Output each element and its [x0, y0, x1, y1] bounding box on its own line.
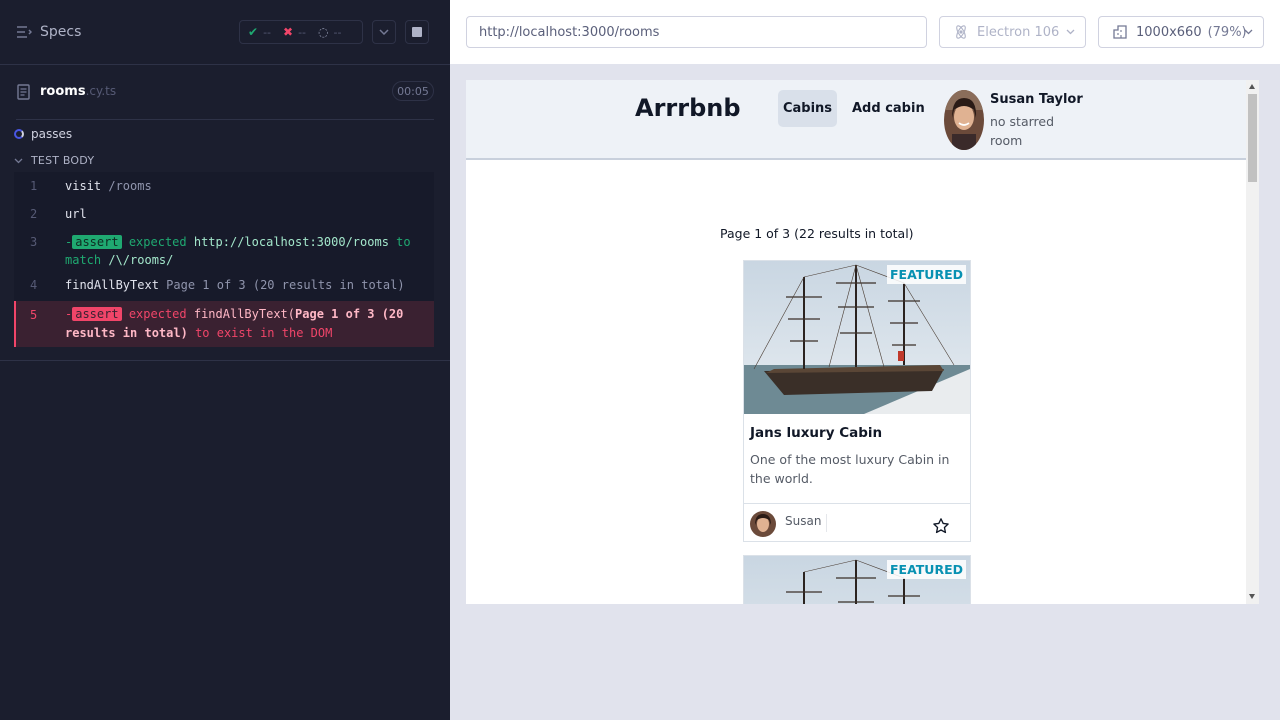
cabin-image: FEATURED — [744, 556, 970, 604]
specs-title[interactable]: Specs — [40, 24, 81, 40]
app-navbar: Arrrbnb Cabins Add cabin Susan Taylor no… — [466, 80, 1246, 160]
pending-icon: ◌ — [318, 25, 329, 39]
user-name: Susan Taylor — [990, 92, 1083, 107]
scroll-up-arrow[interactable] — [1249, 84, 1255, 89]
command-log: 1 visit /rooms 2 url 3 - assert expected … — [14, 172, 434, 347]
chevron-down-icon — [14, 158, 23, 163]
app-under-test-frame: Arrrbnb Cabins Add cabin Susan Taylor no… — [466, 80, 1259, 604]
owner-avatar — [750, 511, 776, 537]
user-avatar[interactable] — [944, 90, 984, 150]
chevron-down-icon — [1244, 29, 1253, 35]
card-footer: Susan — [744, 503, 970, 542]
featured-badge: FEATURED — [887, 265, 966, 284]
electron-icon — [956, 25, 966, 39]
ruler-icon — [1113, 25, 1127, 39]
command-row[interactable]: 2 url — [14, 200, 434, 228]
assert-badge: assert — [72, 307, 122, 321]
passed-stat: ✔ -- — [248, 25, 271, 39]
chevron-down-icon — [379, 29, 389, 35]
brand-logo[interactable]: Arrrbnb — [635, 94, 741, 122]
url-bar[interactable]: http://localhost:3000/rooms — [466, 16, 927, 48]
command-row[interactable]: 4 findAllByText Page 1 of 3 (20 results … — [14, 271, 434, 301]
divider — [0, 360, 450, 361]
divider — [826, 514, 827, 532]
pagination-info: Page 1 of 3 (22 results in total) — [720, 226, 914, 241]
cabin-title[interactable]: Jans luxury Cabin — [750, 425, 882, 441]
test-stats: ✔ -- ✖ -- ◌ -- — [239, 20, 363, 44]
stop-icon — [412, 27, 422, 37]
featured-badge: FEATURED — [887, 560, 966, 579]
spec-duration: 00:05 — [392, 81, 434, 101]
document-icon — [17, 84, 30, 100]
failed-stat: ✖ -- — [283, 25, 306, 39]
viewport-selector[interactable]: 1000x660 (79%) — [1098, 16, 1264, 48]
running-spinner-icon — [14, 129, 24, 139]
star-outline-icon[interactable] — [932, 517, 950, 535]
cabin-image: FEATURED — [744, 261, 970, 414]
aut-header: http://localhost:3000/rooms Electron 106… — [450, 0, 1280, 64]
browser-selector[interactable]: Electron 106 — [939, 16, 1086, 48]
command-row-assert-fail[interactable]: 5 - assert expected findAllByText(Page 1 … — [14, 301, 434, 347]
scrollbar-thumb[interactable] — [1248, 94, 1257, 182]
cabin-card[interactable]: FEATURED Jans luxury Cabin One of the mo… — [743, 260, 971, 542]
owner-name: Susan — [785, 514, 822, 528]
cabin-description: One of the most luxury Cabin in the worl… — [750, 452, 950, 486]
chevron-down-icon — [1066, 29, 1075, 35]
user-starred-status: no starred room — [990, 114, 1055, 148]
cross-icon: ✖ — [283, 25, 294, 39]
cabin-card[interactable]: FEATURED — [743, 555, 971, 604]
pending-stat: ◌ -- — [318, 25, 341, 39]
test-body-header[interactable]: TEST BODY — [14, 154, 94, 167]
specs-bar: Specs ✔ -- ✖ -- ◌ -- — [0, 0, 450, 65]
check-icon: ✔ — [248, 25, 259, 39]
sidebar-toggle-icon[interactable] — [16, 24, 32, 40]
command-row[interactable]: 1 visit /rooms — [14, 172, 434, 200]
spec-file-name: rooms.cy.ts — [40, 84, 117, 99]
nav-add-cabin-link[interactable]: Add cabin — [852, 90, 925, 127]
nav-cabins-link[interactable]: Cabins — [778, 90, 837, 127]
failed-count: -- — [298, 25, 307, 39]
expand-collapse-button[interactable] — [372, 20, 396, 44]
passed-count: -- — [263, 25, 272, 39]
scrollbar[interactable] — [1246, 80, 1259, 604]
divider — [16, 119, 434, 120]
stop-button[interactable] — [405, 20, 429, 44]
scroll-down-arrow[interactable] — [1249, 594, 1255, 599]
test-title[interactable]: passes — [14, 127, 72, 141]
command-row-assert-pass[interactable]: 3 - assert expected http://localhost:3000… — [14, 228, 434, 271]
pending-count: -- — [333, 25, 342, 39]
spec-file-header: rooms.cy.ts 00:05 — [0, 65, 450, 120]
runner-panel: Specs ✔ -- ✖ -- ◌ -- rooms.cy.ts 00:05 p… — [0, 0, 450, 720]
assert-badge: assert — [72, 235, 122, 249]
